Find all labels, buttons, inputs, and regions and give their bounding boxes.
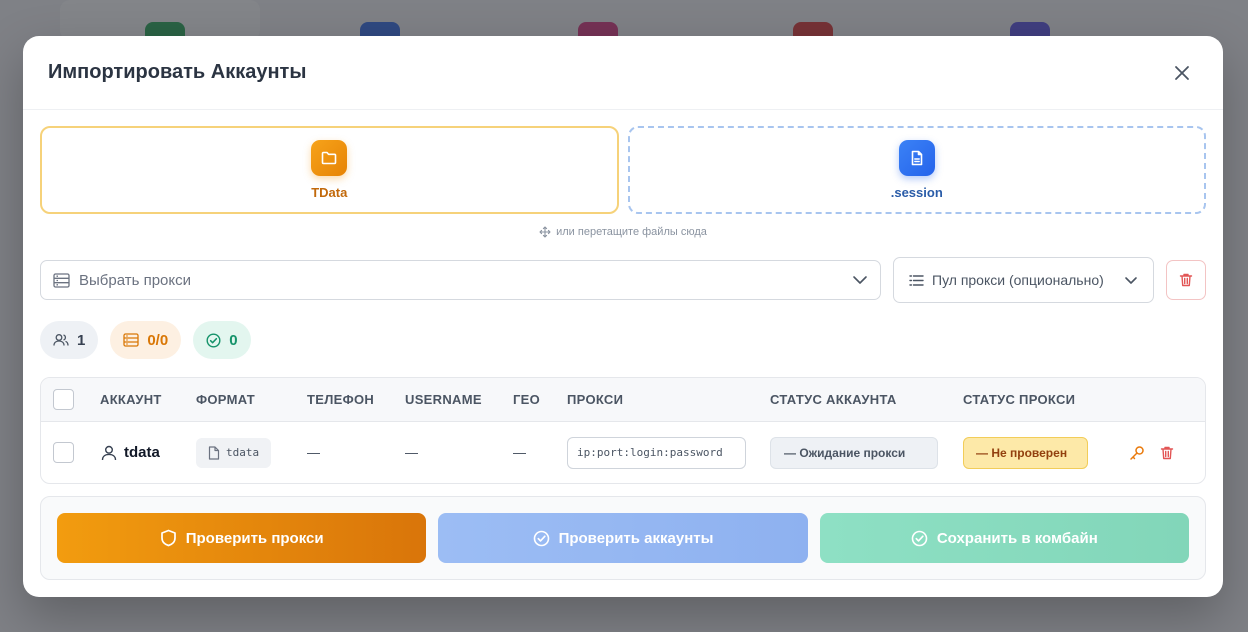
phone-value: — [307, 445, 320, 460]
chevron-down-icon [853, 276, 867, 284]
accounts-count-badge: 1 [40, 321, 99, 359]
save-combine-label: Сохранить в комбайн [936, 529, 1098, 547]
account-name: tdata [100, 444, 196, 462]
trash-icon [1160, 446, 1174, 459]
column-header-geo: ГЕО [513, 392, 541, 407]
proxy-pool-placeholder: Пул прокси (опционально) [932, 272, 1104, 288]
account-name-text: tdata [124, 444, 160, 461]
close-icon [1175, 65, 1189, 80]
shield-icon [160, 529, 176, 547]
users-icon [53, 334, 69, 346]
drop-hint-text: или перетащите файлы сюда [556, 226, 707, 238]
proxy-input[interactable] [567, 436, 746, 469]
server-icon [53, 272, 70, 288]
upload-tdata-label: TData [311, 185, 348, 200]
proxies-count: 0/0 [147, 331, 169, 349]
import-accounts-modal: Импортировать Аккаунты TData .session ил… [23, 36, 1223, 597]
clear-proxy-button[interactable] [1166, 260, 1206, 300]
upload-session-button[interactable]: .session [627, 126, 1206, 214]
file-icon [208, 445, 220, 460]
upload-session-label: .session [890, 185, 943, 200]
user-icon [101, 445, 117, 460]
modal-title: Импортировать Аккаунты [48, 61, 307, 83]
modal-header: Импортировать Аккаунты [23, 36, 1223, 110]
column-header-proxy: ПРОКСИ [567, 392, 624, 407]
list-icon [909, 274, 924, 286]
valid-count-badge: 0 [193, 321, 251, 359]
table-header: АККАУНТ ФОРМАТ ТЕЛЕФОН USERNAME ГЕО ПРОК… [41, 378, 1205, 422]
proxy-select-placeholder: Выбрать прокси [79, 271, 192, 289]
check-accounts-label: Проверить аккаунты [558, 529, 714, 547]
action-bar: Проверить прокси Проверить аккаунты Сохр… [40, 496, 1206, 580]
server-icon [123, 333, 139, 347]
format-text: tdata [226, 446, 260, 459]
trash-icon [1179, 273, 1193, 287]
move-icon [539, 226, 551, 238]
stats-badges: 1 0/0 0 [40, 321, 1206, 359]
check-proxy-button[interactable]: Проверить прокси [57, 513, 427, 563]
column-header-phone: ТЕЛЕФОН [307, 392, 375, 407]
folder-icon [311, 140, 348, 176]
table-row: tdata tdata — — — ip:port:login:password… [41, 422, 1205, 483]
accounts-table: АККАУНТ ФОРМАТ ТЕЛЕФОН USERNAME ГЕО ПРОК… [40, 377, 1206, 484]
account-status-badge: — Ожидание прокси [770, 436, 938, 469]
proxy-pool-select[interactable]: Пул прокси (опционально) [893, 257, 1154, 303]
proxies-count-badge: 0/0 [110, 321, 182, 359]
proxy-select[interactable]: Выбрать прокси [40, 260, 881, 300]
upload-tdata-button[interactable]: TData [40, 126, 619, 214]
key-icon [1130, 445, 1144, 460]
check-accounts-button[interactable]: Проверить аккаунты [438, 513, 808, 563]
column-header-account: АККАУНТ [100, 392, 162, 407]
chevron-down-icon [1125, 276, 1137, 284]
row-checkbox[interactable] [53, 442, 74, 463]
username-value: — [405, 445, 418, 460]
check-circle-icon [911, 530, 928, 546]
column-header-account-status: СТАТУС АККАУНТА [770, 392, 897, 407]
format-badge: tdata [196, 437, 272, 468]
check-circle-icon [533, 530, 549, 546]
accounts-count: 1 [77, 331, 86, 349]
drop-hint: или перетащите файлы сюда [40, 226, 1206, 238]
key-button[interactable] [1129, 445, 1145, 461]
close-button[interactable] [1166, 57, 1198, 89]
column-header-format: ФОРМАТ [196, 392, 256, 407]
save-combine-button[interactable]: Сохранить в комбайн [819, 513, 1189, 563]
delete-row-button[interactable] [1159, 445, 1175, 461]
proxy-status-badge: — Не проверен [963, 436, 1088, 469]
column-header-username: USERNAME [405, 392, 482, 407]
column-header-proxy-status: СТАТУС ПРОКСИ [963, 392, 1076, 407]
valid-count: 0 [229, 331, 238, 349]
upload-options: TData .session [40, 126, 1206, 214]
geo-value: — [513, 445, 526, 460]
file-icon [898, 140, 935, 176]
check-circle-icon [206, 332, 221, 348]
select-all-checkbox[interactable] [53, 389, 74, 410]
proxy-controls: Выбрать прокси Пул прокси (опционально) [40, 257, 1206, 303]
check-proxy-label: Проверить прокси [185, 529, 324, 547]
